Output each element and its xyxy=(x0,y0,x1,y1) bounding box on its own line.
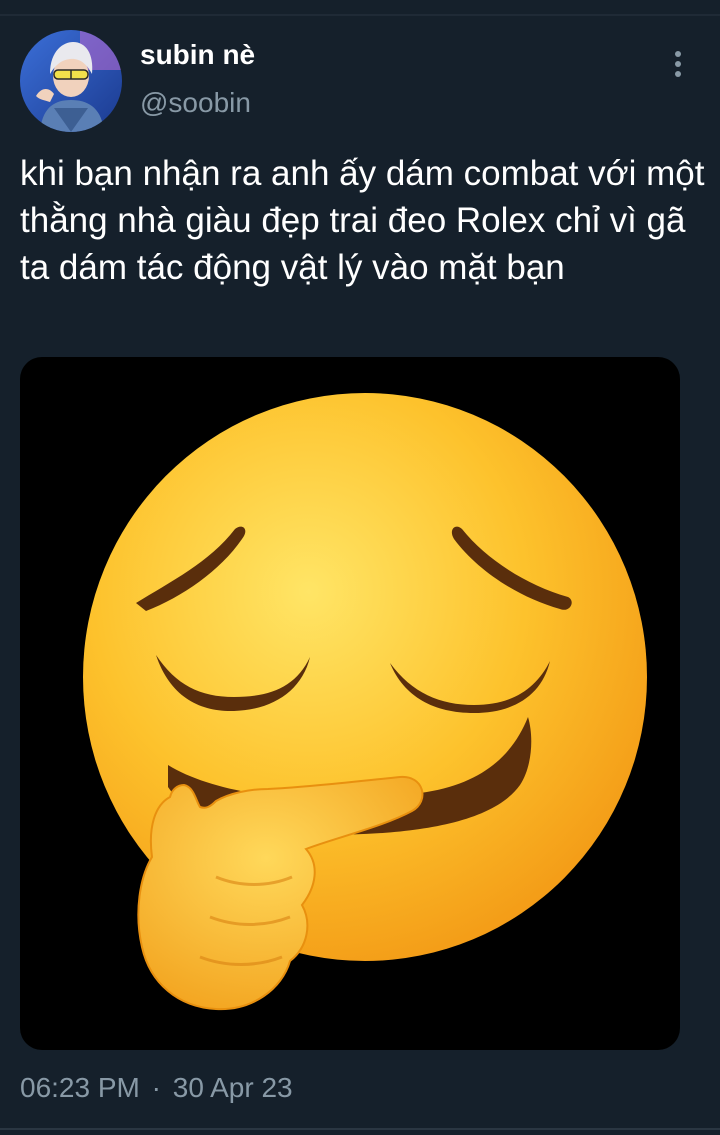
display-name[interactable]: subin nè xyxy=(140,38,255,72)
tweet-timestamp[interactable]: 06:23 PM · 30 Apr 23 xyxy=(20,1070,293,1106)
top-divider xyxy=(0,14,720,16)
more-dot xyxy=(675,51,681,57)
user-handle[interactable]: @soobin xyxy=(140,86,251,120)
timestamp-separator: · xyxy=(151,1072,161,1103)
more-dot xyxy=(675,61,681,67)
bottom-divider xyxy=(0,1128,720,1130)
more-dot xyxy=(675,71,681,77)
tweet-text: khi bạn nhận ra anh ấy dám combat với mộ… xyxy=(20,154,705,287)
tweet-media[interactable] xyxy=(20,357,680,1050)
tweet-time: 06:23 PM xyxy=(20,1072,140,1103)
thinking-relieved-face-emoji xyxy=(83,393,647,1011)
tweet-date: 30 Apr 23 xyxy=(172,1072,293,1103)
avatar[interactable] xyxy=(20,30,122,132)
more-options-icon[interactable] xyxy=(660,44,696,84)
tweet-detail-view: subin nè @soobin khi bạn nhận ra anh ấy … xyxy=(0,0,720,1135)
avatar-image xyxy=(20,30,122,132)
